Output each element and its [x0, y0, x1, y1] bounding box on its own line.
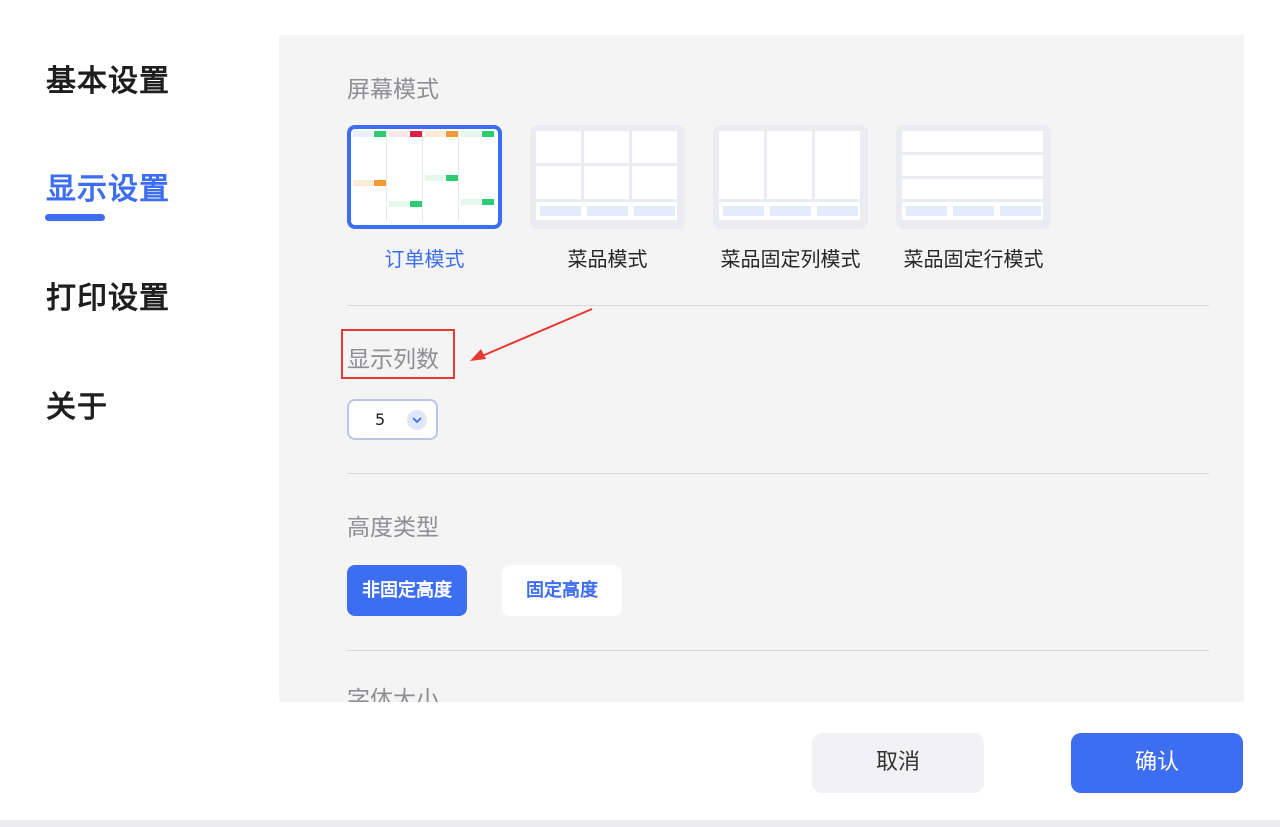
order-tag — [374, 131, 386, 137]
non-fixed-height-button[interactable]: 非固定高度 — [347, 565, 467, 616]
fixed-row-preview-cell — [902, 179, 1043, 199]
dish-mode-label[interactable]: 菜品模式 — [530, 245, 685, 273]
active-tab-indicator — [45, 214, 105, 221]
section-divider — [347, 305, 1209, 306]
font-size-title: 字体大小 — [347, 687, 439, 702]
order-tag — [482, 131, 494, 137]
chevron-down-icon[interactable] — [407, 410, 427, 430]
order-preview-column — [389, 131, 423, 221]
dish-preview-cell — [536, 131, 581, 163]
order-mode-label[interactable]: 订单模式 — [347, 245, 502, 273]
dish-preview-cell — [632, 166, 677, 199]
fixed-column-preview-cell — [767, 131, 812, 199]
fixed-row-preview-cell — [902, 131, 1043, 152]
order-tag — [410, 131, 422, 137]
cancel-button[interactable]: 取消 — [812, 733, 984, 793]
dish-fixed-row-mode-card[interactable] — [896, 125, 1051, 229]
dish-preview-summary — [587, 206, 628, 216]
dish-mode-card[interactable] — [530, 125, 685, 229]
order-tag — [461, 199, 481, 205]
order-tag — [446, 175, 458, 181]
fixed-column-preview-summary — [817, 206, 858, 216]
dish-preview-summary — [634, 206, 675, 216]
dish-fixed-column-mode-card[interactable] — [713, 125, 868, 229]
order-preview-column — [461, 131, 494, 221]
fixed-column-preview-cell — [815, 131, 860, 199]
fixed-height-button[interactable]: 固定高度 — [502, 565, 622, 616]
order-mode-card[interactable] — [347, 125, 502, 229]
order-tag — [425, 175, 445, 181]
sidebar-item-print-settings[interactable]: 打印设置 — [46, 279, 170, 319]
settings-sidebar: 基本设置 显示设置 打印设置 关于 — [0, 0, 279, 705]
fixed-column-preview-summary — [770, 206, 811, 216]
dish-preview-cell — [632, 131, 677, 163]
order-tag — [461, 131, 481, 137]
dish-preview-cell — [584, 131, 629, 163]
dish-fixed-row-mode-label[interactable]: 菜品固定行模式 — [896, 245, 1051, 273]
annotation-highlight-box — [341, 329, 455, 379]
fixed-row-preview-cell — [902, 155, 1043, 176]
fixed-row-preview-summary — [1000, 206, 1041, 216]
order-preview-column — [353, 131, 387, 221]
dish-fixed-column-mode-label[interactable]: 菜品固定列模式 — [713, 245, 868, 273]
section-divider — [347, 650, 1209, 651]
section-divider — [347, 473, 1209, 474]
sidebar-item-basic-settings[interactable]: 基本设置 — [46, 62, 170, 102]
window-bottom-edge — [0, 820, 1280, 827]
column-count-value: 5 — [375, 410, 386, 429]
sidebar-item-display-settings[interactable]: 显示设置 — [46, 170, 170, 210]
fixed-column-preview-cell — [719, 131, 764, 199]
order-tag — [410, 201, 422, 207]
dish-preview-summary — [540, 206, 581, 216]
column-count-select[interactable]: 5 — [347, 399, 438, 440]
order-tag — [482, 199, 494, 205]
fixed-row-preview-summary — [906, 206, 947, 216]
sidebar-item-about[interactable]: 关于 — [46, 388, 108, 428]
order-tag — [389, 131, 409, 137]
dish-preview-cell — [584, 166, 629, 199]
fixed-column-preview-summary — [723, 206, 764, 216]
dish-preview-cell — [536, 166, 581, 199]
order-tag — [425, 131, 445, 137]
order-tag — [446, 131, 458, 137]
order-tag — [353, 131, 373, 137]
order-tag — [374, 180, 386, 186]
fixed-row-preview-summary — [953, 206, 994, 216]
screen-mode-title: 屏幕模式 — [347, 77, 439, 103]
confirm-button[interactable]: 确认 — [1071, 733, 1243, 793]
order-tag — [389, 201, 409, 207]
height-type-title: 高度类型 — [347, 515, 439, 541]
order-tag — [353, 180, 373, 186]
